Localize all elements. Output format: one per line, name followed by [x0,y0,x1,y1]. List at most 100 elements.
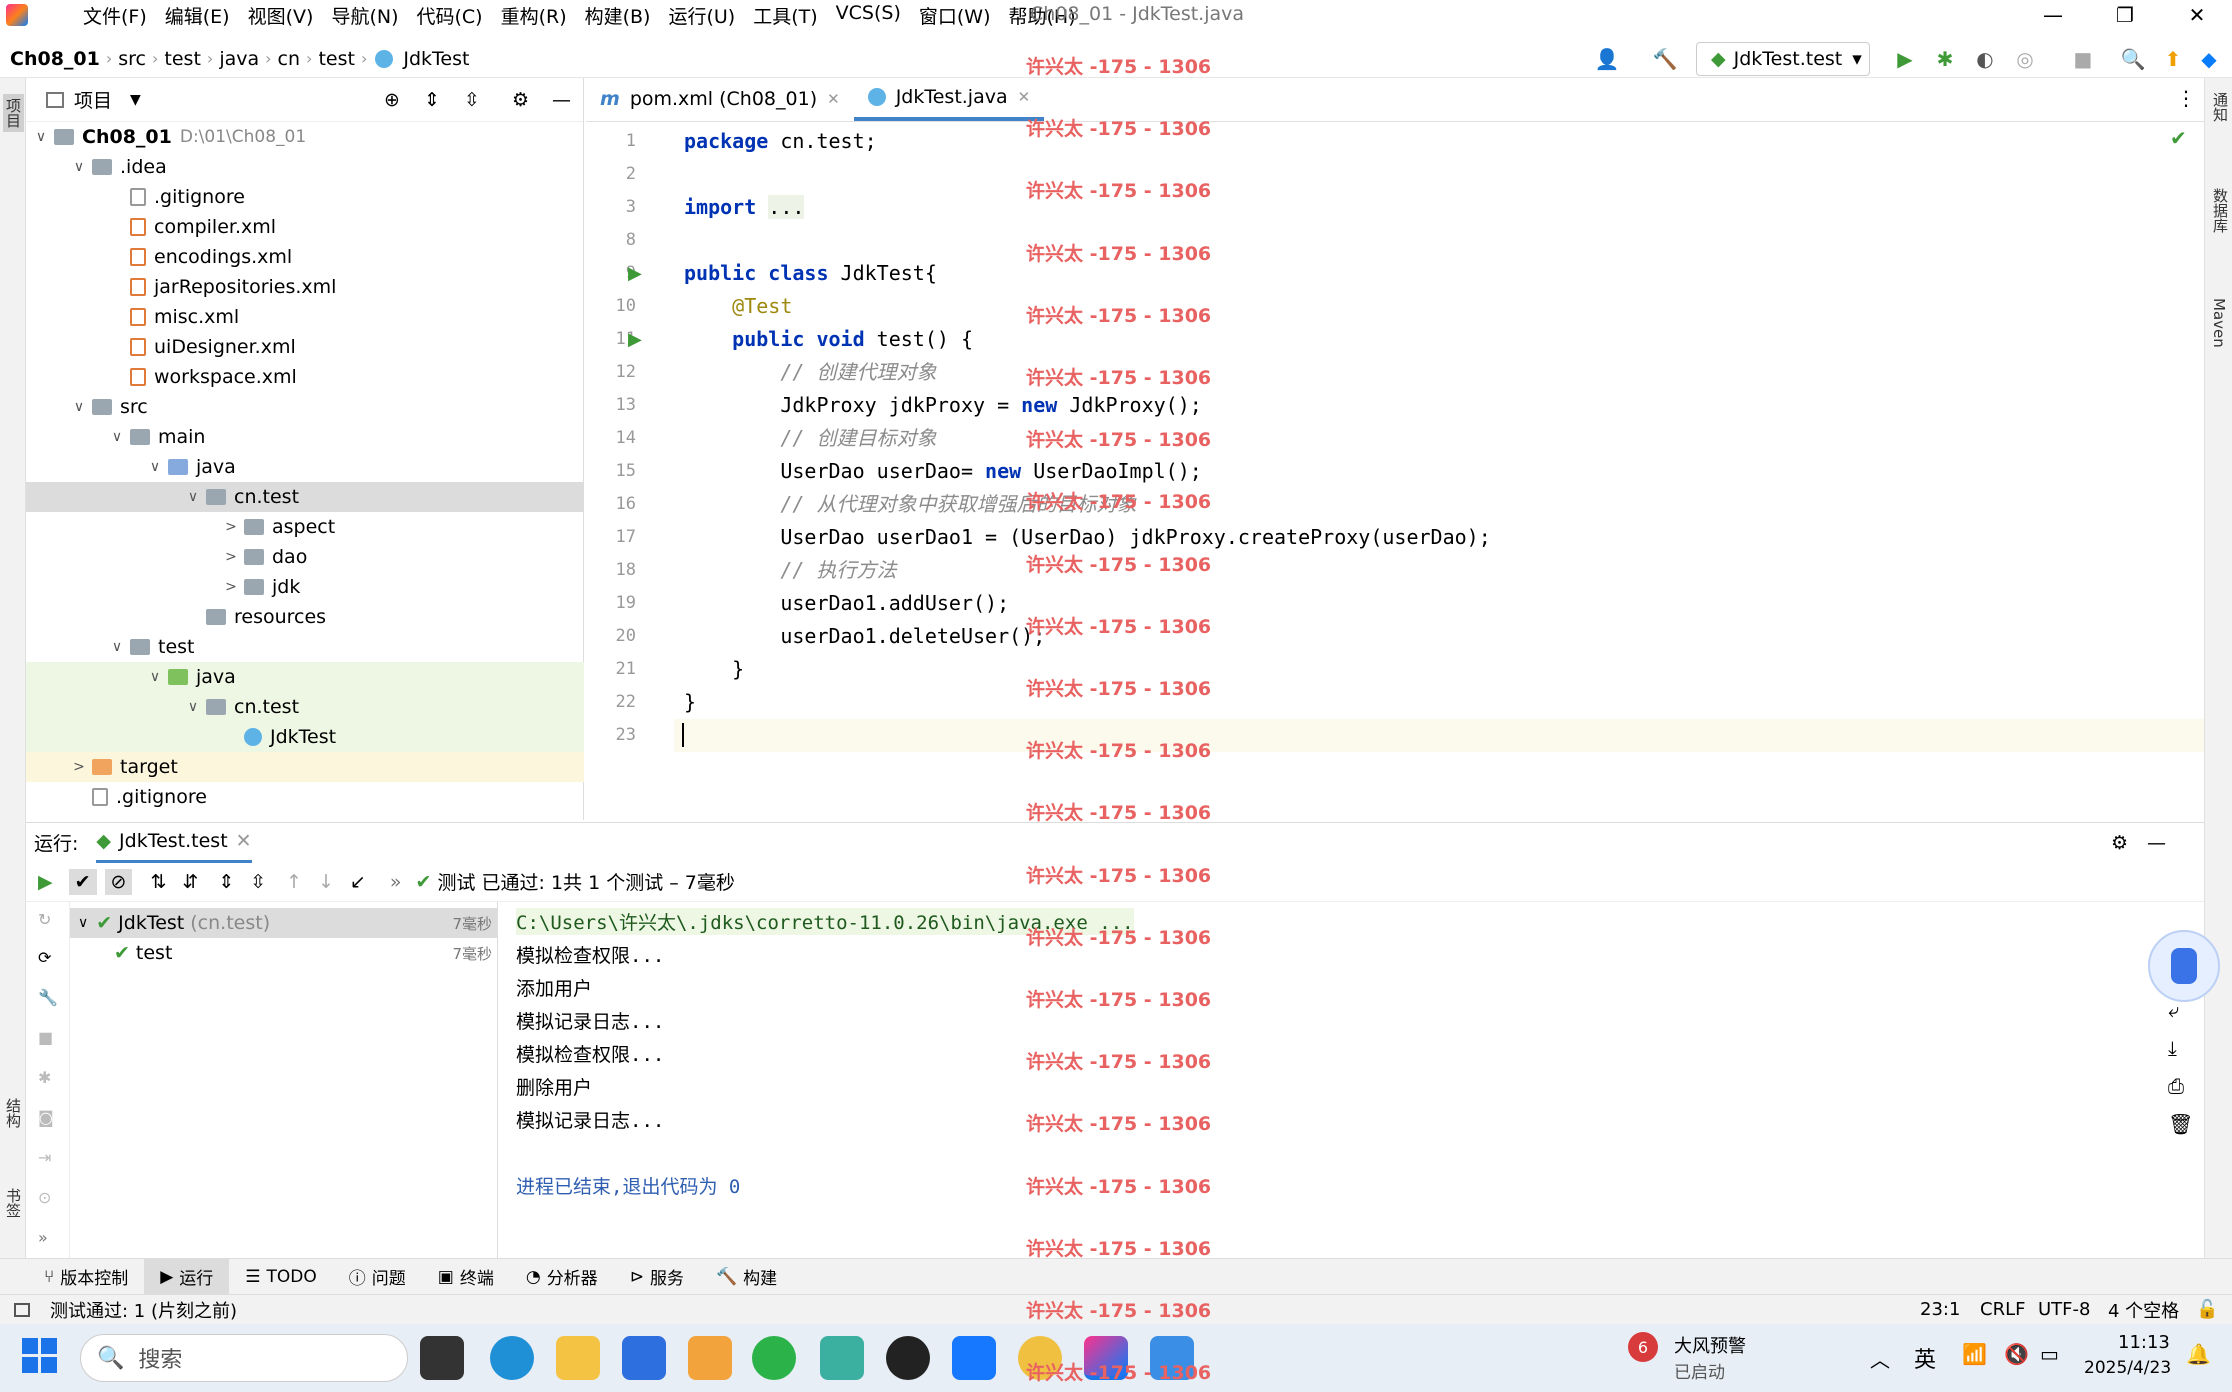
battery-icon[interactable]: ▭ [2040,1342,2059,1366]
tool-tab[interactable]: 🔨 构建 [700,1259,793,1295]
chevron-down-icon[interactable]: ∨ [68,159,90,175]
tree-item[interactable]: ∨ Ch08_01 D:\01\Ch08_01 [26,122,584,152]
chevron-right-icon[interactable]: > [68,759,90,775]
login-icon[interactable]: ⇥ [38,1148,51,1167]
menu-item-10[interactable]: 窗口(W) [910,2,1000,29]
tree-item[interactable]: jarRepositories.xml [26,272,584,302]
menu-item-8[interactable]: 工具(T) [744,2,826,29]
maximize-icon[interactable]: ❐ [2090,0,2160,30]
code-line[interactable]: // 创建目标对象 [684,422,936,455]
chevron-up-icon[interactable]: ︿ [1870,1344,1890,1373]
tool-tab[interactable]: ⓘ 问题 [333,1259,422,1295]
code-line[interactable]: // 执行方法 [684,554,896,587]
clock-date[interactable]: 2025/4/23 [2084,1358,2171,1378]
wrench-icon[interactable]: 🔧 [38,988,58,1007]
run-gutter-icon[interactable]: ▶ [628,329,642,350]
trash-icon[interactable]: 🗑 [2168,1112,2193,1136]
app-icon[interactable] [688,1336,732,1380]
menu-item-9[interactable]: VCS(S) [827,2,910,29]
chevron-right-icon[interactable]: > [220,579,242,595]
tree-item[interactable]: resources [26,602,584,632]
code-line[interactable]: public class JdkTest{ [684,257,937,290]
more-icon[interactable]: » [38,1228,48,1247]
file-explorer-icon[interactable] [556,1336,600,1380]
tool-tab[interactable]: ⊳ 服务 [614,1259,700,1295]
tree-item[interactable]: ∨ .idea [26,152,584,182]
breadcrumb-item[interactable]: test [158,48,207,70]
chevron-down-icon[interactable]: ▼ [130,92,141,108]
tree-item[interactable]: compiler.xml [26,212,584,242]
tool-tab[interactable]: ▶ 运行 [144,1258,230,1295]
minimize-icon[interactable]: — [2018,0,2088,30]
update-icon[interactable]: ⬆ [2158,44,2188,74]
taskbar-search[interactable]: 🔍 搜索 [80,1334,408,1382]
print-icon[interactable]: ⎙ [2168,1074,2184,1098]
tree-item[interactable]: JdkTest [26,722,584,752]
breadcrumb-item[interactable]: cn [272,48,307,70]
inspection-ok-icon[interactable]: ✔ [2170,126,2187,150]
code-line[interactable]: JdkProxy jdkProxy = new JdkProxy(); [684,389,1201,422]
p-app-icon[interactable] [952,1336,996,1380]
jetbrains-ai-icon[interactable]: ◆ [2194,44,2224,74]
breadcrumb-item[interactable]: Ch08_01 [4,48,106,70]
weather-alert[interactable]: 大风预警 [1674,1332,1746,1358]
rerun-icon[interactable]: ▶ [38,871,53,893]
menu-item-3[interactable]: 导航(N) [322,2,407,29]
intellij-logo-icon[interactable] [0,0,34,30]
test-tree-item[interactable]: ∨ ✔ JdkTest (cn.test) 7毫秒 [70,908,498,938]
menu-item-5[interactable]: 重构(R) [492,2,576,29]
code-line[interactable]: userDao1.deleteUser(); [684,620,1045,653]
edge-browser-icon[interactable] [490,1336,534,1380]
code-line[interactable]: UserDao userDao= new UserDaoImpl(); [684,455,1201,488]
code-line[interactable]: userDao1.addUser(); [684,587,1009,620]
tree-item[interactable]: .gitignore [26,782,584,812]
close-tab-icon[interactable]: ✕ [827,90,840,108]
tree-item[interactable]: > dao [26,542,584,572]
volume-icon[interactable]: 🔇 [2004,1342,2029,1366]
run-icon[interactable]: ▶ [1890,44,1920,74]
task-view-icon[interactable] [420,1336,464,1380]
coverage-icon[interactable]: ◐ [1970,44,2000,74]
gear-icon[interactable]: ⚙ [512,89,529,111]
windows-start-icon[interactable] [22,1338,58,1374]
qq-icon[interactable] [886,1336,930,1380]
chevron-down-icon[interactable]: ∨ [144,669,166,685]
menu-item-1[interactable]: 编辑(E) [156,2,239,29]
debug-icon[interactable]: ✱ [1930,44,1960,74]
editor-tab[interactable]: m pom.xml (Ch08_01) ✕ [586,77,854,121]
run-config-select[interactable]: ◆ JdkTest.test ▾ [1696,42,1870,76]
locate-icon[interactable]: ⊕ [384,89,400,111]
hide-icon[interactable]: — [2147,832,2166,854]
tree-item[interactable]: > aspect [26,512,584,542]
file-encoding[interactable]: UTF-8 [2038,1299,2090,1320]
search-icon[interactable]: 🔍 [2118,44,2148,74]
settings-icon[interactable]: ✱ [38,1068,51,1087]
floating-assistant-icon[interactable] [2148,930,2220,1002]
test-tree-item[interactable]: ✔ test 7毫秒 [70,938,498,968]
tree-item[interactable]: ∨ cn.test [26,692,584,722]
soft-wrap-icon[interactable]: ⤶ [2168,998,2179,1022]
code-line[interactable]: } [684,686,696,719]
close-icon[interactable]: ✕ [2162,0,2232,30]
tree-item[interactable]: ∨ java [26,662,584,692]
tree-item[interactable]: ∨ cn.test [26,482,584,512]
gear-icon[interactable]: ⚙ [2111,832,2128,854]
tree-item[interactable]: workspace.xml [26,362,584,392]
caret-position[interactable]: 23:1 [1920,1299,1960,1320]
run-tab[interactable]: ◆ JdkTest.test ✕ [96,823,252,863]
tool-project[interactable]: 项目 [3,94,24,132]
chevron-down-icon[interactable]: ∨ [182,699,204,715]
clock-time[interactable]: 11:13 [2118,1332,2170,1353]
tree-item[interactable]: > target [26,752,584,782]
toggle-auto-test-icon[interactable]: ⟳ [38,948,51,967]
menu-item-0[interactable]: 文件(F) [74,2,156,29]
close-tab-icon[interactable]: ✕ [236,830,252,852]
lenovo-app-icon[interactable] [622,1336,666,1380]
tool-maven[interactable]: Maven [2210,298,2228,348]
sort-duration-icon[interactable]: ⇵ [182,871,198,893]
stop-icon[interactable]: ■ [2068,44,2098,74]
chevron-down-icon[interactable]: ∨ [78,915,88,931]
chevron-down-icon[interactable]: ∨ [106,429,128,445]
code-line[interactable]: } [684,653,744,686]
menu-item-7[interactable]: 运行(U) [659,2,744,29]
